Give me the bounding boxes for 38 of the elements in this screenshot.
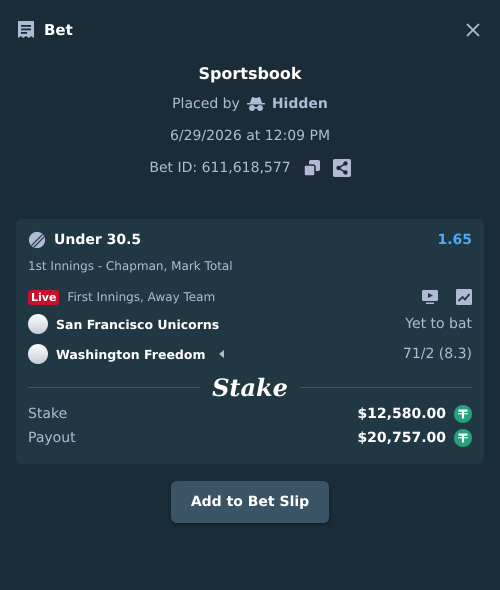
copy-icon: [302, 159, 321, 177]
team-name: Washington Freedom: [56, 346, 206, 362]
user-name: Hidden: [272, 96, 328, 112]
window-title: Bet: [44, 21, 73, 39]
live-badge: Live: [28, 290, 60, 304]
stream-button[interactable]: [422, 289, 438, 305]
stats-button[interactable]: [456, 289, 472, 305]
incognito-icon: [246, 96, 266, 112]
receipt-icon: [16, 20, 36, 40]
amount-label: Payout: [28, 430, 76, 446]
selection-name: Under 30.5: [54, 232, 142, 248]
amount-value: $12,580.00: [357, 406, 446, 422]
brand-logo: Stake: [212, 373, 288, 402]
ball-icon: [28, 231, 46, 249]
bet-date: 6/29/2026 at 12:09 PM: [170, 127, 330, 146]
placed-by-label: Placed by: [172, 96, 240, 112]
amount-label: Stake: [28, 406, 68, 422]
team-crest: [28, 344, 48, 364]
match-status: First Innings, Away Team: [67, 290, 216, 304]
share-button[interactable]: [332, 159, 351, 177]
close-icon: [466, 23, 480, 37]
copy-button[interactable]: [302, 159, 321, 177]
team-score: 71/2 (8.3): [402, 346, 472, 362]
share-icon: [332, 159, 351, 177]
add-to-bet-slip-button[interactable]: Add to Bet Slip: [170, 481, 330, 523]
bet-id: Bet ID: 611,618,577: [149, 160, 291, 176]
amount-value: $20,757.00: [357, 430, 446, 446]
team-score: Yet to bat: [405, 316, 472, 332]
close-button[interactable]: [464, 21, 482, 39]
chart-icon: [456, 289, 472, 305]
team-name: San Francisco Unicorns: [56, 316, 220, 332]
odds-value: 1.65: [437, 232, 472, 248]
bet-source: Sportsbook: [198, 63, 302, 85]
team-crest: [28, 314, 48, 334]
coin-icon: [454, 405, 472, 423]
coin-icon: [454, 429, 472, 447]
market-name: 1st Innings - Chapman, Mark Total: [28, 259, 234, 273]
monitor-icon: [422, 289, 438, 305]
